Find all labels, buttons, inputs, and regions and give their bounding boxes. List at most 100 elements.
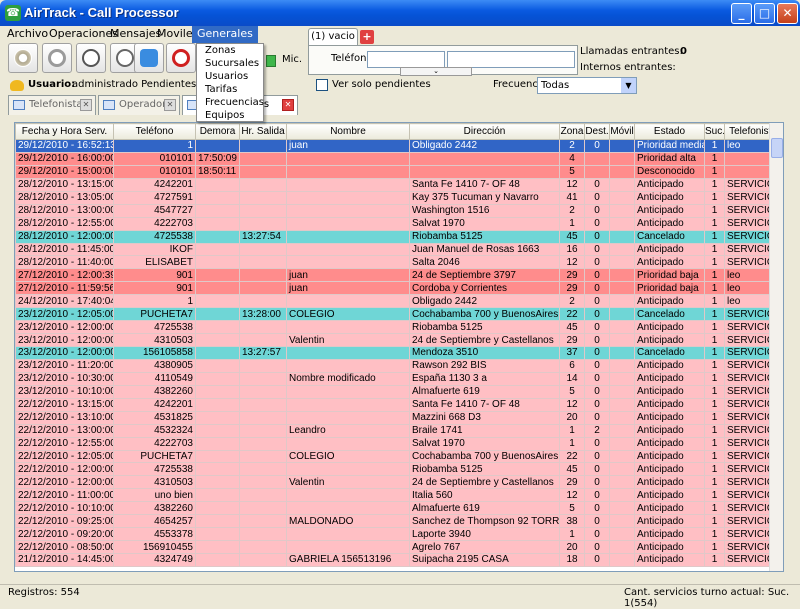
telefono-select[interactable]: [447, 51, 575, 68]
table-row[interactable]: 27/12/2010 - 11:59:56 901 juan Cordoba y Co…: [15, 281, 782, 296]
table-cell: 28/12/2010 - 12:55:00: [15, 216, 114, 231]
close-icon[interactable]: ✕: [164, 99, 176, 111]
table-row[interactable]: 23/12/2010 - 12:00:00 156105858 13:27:57 Me…: [15, 346, 782, 360]
clock-button[interactable]: [76, 43, 106, 73]
scrollbar-thumb[interactable]: [771, 138, 783, 158]
table-cell: Desconocido: [634, 164, 705, 179]
table-row[interactable]: 23/12/2010 - 12:00:00 4310503 Valentin 24 d…: [15, 333, 782, 347]
table-cell: IKOF: [113, 242, 196, 257]
table-cell: 2: [559, 139, 585, 153]
table-cell: Salvat 1970: [409, 216, 560, 231]
add-call-button[interactable]: +: [360, 30, 374, 44]
frecuencia-select[interactable]: Todas ▼: [537, 77, 637, 94]
table-row[interactable]: 22/12/2010 - 13:10:00 4531825 Mazzini 668 …: [15, 410, 782, 425]
power-button[interactable]: [42, 43, 72, 73]
table-row[interactable]: 23/12/2010 - 12:05:00 PUCHETA7 13:28:00 COL…: [15, 307, 782, 322]
table-row[interactable]: 27/12/2010 - 12:00:39 901 juan 24 de Septie…: [15, 268, 782, 283]
table-row[interactable]: 28/12/2010 - 12:00:00 4725538 13:27:54 Riob…: [15, 229, 782, 244]
tab-telefonista[interactable]: Telefonista ✕: [8, 95, 96, 115]
dropdown-item-sucursales[interactable]: Sucursales: [197, 57, 263, 70]
collapse-button[interactable]: ⌄: [400, 67, 472, 76]
llamadas-label: Llamadas entrantes:: [580, 46, 683, 57]
settings-button[interactable]: [8, 43, 38, 73]
dropdown-item-tarifas[interactable]: Tarifas: [197, 83, 263, 96]
table-row[interactable]: 22/12/2010 - 12:55:00 4222703 Salvat 1970 1…: [15, 436, 782, 451]
vertical-scrollbar[interactable]: [769, 123, 783, 571]
table-cell: 1: [704, 190, 725, 205]
table-row[interactable]: 22/12/2010 - 12:00:00 4310503 Valentin 24 d…: [15, 475, 782, 490]
column-header[interactable]: Hr. Salida: [239, 123, 287, 140]
table-cell: [286, 203, 410, 218]
table-cell: 28/12/2010 - 13:15:00: [15, 177, 114, 192]
column-header[interactable]: Zona: [559, 123, 585, 140]
table-cell: [286, 294, 410, 309]
table-cell: [195, 281, 240, 296]
table-row[interactable]: 22/12/2010 - 10:10:00 4382260 Almafuerte 6…: [15, 501, 782, 516]
table-row[interactable]: 22/12/2010 - 09:20:00 4553378 Laporte 3940…: [15, 527, 782, 542]
table-row[interactable]: 23/12/2010 - 10:30:00 4110549 Nombre modif…: [15, 371, 782, 386]
table-row[interactable]: 29/12/2010 - 15:00:00 010101 18:50:11 5 Desc…: [15, 164, 782, 179]
table-row[interactable]: 29/12/2010 - 16:00:00 010101 17:50:09 4 Prio…: [15, 151, 782, 166]
column-header[interactable]: Dirección: [409, 123, 560, 140]
solo-pendientes-checkbox[interactable]: [316, 79, 328, 91]
column-header[interactable]: Teléfono: [113, 123, 196, 140]
column-header[interactable]: Estado: [634, 123, 705, 140]
table-row[interactable]: 22/12/2010 - 11:00:00 uno bien Italia 560 1…: [15, 488, 782, 503]
table-cell: Anticipado: [634, 514, 705, 529]
table-row[interactable]: 28/12/2010 - 12:55:00 4222703 Salvat 1970 1…: [15, 216, 782, 231]
table-row[interactable]: 23/12/2010 - 12:00:00 4725538 Riobamba 512…: [15, 320, 782, 335]
table-row[interactable]: 28/12/2010 - 11:40:00 ELISABET Salta 2046 1…: [15, 255, 782, 270]
message-button[interactable]: [134, 43, 164, 73]
dropdown-item-zonas[interactable]: Zonas: [197, 44, 263, 57]
dropdown-item-frecuencias[interactable]: Frecuencias: [197, 96, 264, 109]
table-row[interactable]: 22/12/2010 - 13:15:00 4242201 Santa Fe 141…: [15, 397, 782, 412]
table-row[interactable]: 28/12/2010 - 13:00:00 4547727 Washington 1…: [15, 203, 782, 218]
table-row[interactable]: 28/12/2010 - 13:15:00 4242201 Santa Fe 141…: [15, 177, 782, 192]
table-cell: [609, 449, 635, 464]
usuario-label: Usuario:: [28, 79, 76, 90]
table-row[interactable]: 23/12/2010 - 11:20:00 4380905 Rawson 292 B…: [15, 358, 782, 373]
close-icon[interactable]: ✕: [282, 99, 294, 111]
table-row[interactable]: 22/12/2010 - 12:00:00 4725538 Riobamba 512…: [15, 462, 782, 477]
close-button[interactable]: ✕: [777, 3, 798, 24]
table-cell: 4380905: [113, 358, 196, 373]
table-cell: 2: [584, 423, 610, 438]
column-header[interactable]: Dest.: [584, 123, 610, 140]
call-tab[interactable]: (1) vacio: [308, 28, 358, 45]
tab-operador[interactable]: Operador ✕: [98, 95, 180, 115]
table-cell: [195, 514, 240, 529]
table-cell: [195, 190, 240, 205]
table-row[interactable]: 28/12/2010 - 13:05:00 4727591 Kay 375 Tucu…: [15, 190, 782, 205]
column-header[interactable]: Nombre: [286, 123, 410, 140]
table-row[interactable]: 29/12/2010 - 16:52:13 1 juan Obligado 2442 2…: [15, 139, 782, 153]
table-cell: [409, 164, 560, 179]
table-row[interactable]: 28/12/2010 - 11:45:00 IKOF Juan Manuel de …: [15, 242, 782, 257]
table-cell: 2: [559, 203, 585, 218]
menu-generales[interactable]: Generales: [192, 26, 258, 43]
table-cell: Leandro: [286, 423, 410, 438]
dropdown-item-equipos[interactable]: Equipos: [197, 109, 263, 122]
table-cell: 45: [559, 320, 585, 335]
column-header[interactable]: Fecha y Hora Serv.: [15, 123, 114, 140]
dropdown-item-usuarios[interactable]: Usuarios: [197, 70, 263, 83]
clock-icon: [82, 49, 100, 67]
table-row[interactable]: 22/12/2010 - 13:00:00 4532324 Leandro Brail…: [15, 423, 782, 438]
column-header[interactable]: Suc.: [704, 123, 725, 140]
table-row[interactable]: 22/12/2010 - 08:50:00 156910455 Agrelo 767…: [15, 540, 782, 554]
table-cell: 1: [559, 216, 585, 231]
table-row[interactable]: 21/12/2010 - 14:45:00 4324749 GABRIELA 156…: [15, 553, 782, 567]
table-cell: 22/12/2010 - 13:10:00: [15, 410, 114, 425]
maximize-button[interactable]: □: [754, 3, 775, 24]
close-icon[interactable]: ✕: [80, 99, 92, 111]
table-row[interactable]: 22/12/2010 - 12:05:00 PUCHETA7 COLEGIO Coch…: [15, 449, 782, 464]
column-header[interactable]: Demora: [195, 123, 240, 140]
table-row[interactable]: 22/12/2010 - 09:25:00 4654257 MALDONADO San…: [15, 514, 782, 529]
stop-button[interactable]: [166, 43, 196, 73]
telefono-input[interactable]: [367, 51, 445, 68]
chevron-down-icon[interactable]: ▼: [621, 78, 636, 93]
table-row[interactable]: 24/12/2010 - 17:40:04 1 Obligado 2442 2 0 Ant…: [15, 294, 782, 309]
table-cell: [609, 462, 635, 477]
table-row[interactable]: 23/12/2010 - 10:10:00 4382260 Almafuerte 6…: [15, 384, 782, 399]
minimize-button[interactable]: _: [731, 3, 752, 24]
column-header[interactable]: Móvil: [609, 123, 635, 140]
